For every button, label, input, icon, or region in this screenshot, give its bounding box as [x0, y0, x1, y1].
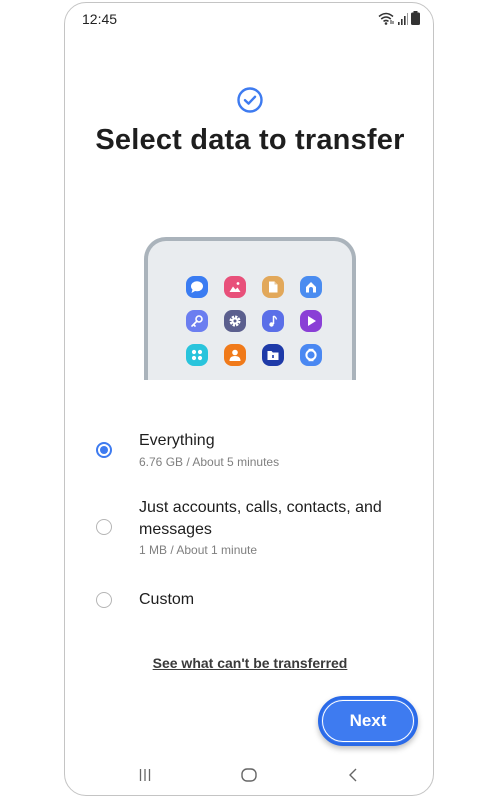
music-icon	[262, 310, 284, 332]
option-sub: 1 MB / About 1 minute	[139, 543, 258, 557]
settings-icon	[224, 310, 246, 332]
navigation-bar	[64, 760, 434, 790]
see-what-cant-be-transferred-link[interactable]: See what can't be transferred	[0, 655, 500, 671]
files-icon	[262, 276, 284, 298]
radio-everything[interactable]	[96, 442, 112, 458]
key-icon	[186, 310, 208, 332]
phone-illustration	[144, 237, 356, 380]
check-circle-icon	[237, 87, 263, 113]
option-custom[interactable]: Custom	[80, 589, 420, 613]
battery-icon	[411, 11, 420, 25]
status-icons	[378, 11, 420, 25]
option-label: Everything	[139, 432, 215, 449]
home-icon	[300, 276, 322, 298]
option-everything[interactable]: Everything 6.76 GB / About 5 minutes	[80, 430, 420, 472]
next-button-label: Next	[349, 711, 387, 730]
option-label: Just accounts, calls, contacts, and mess…	[139, 499, 382, 538]
radio-custom[interactable]	[96, 592, 112, 608]
recents-icon[interactable]	[135, 766, 155, 784]
app-icon-grid	[186, 276, 322, 366]
phone-frame	[64, 2, 434, 796]
option-sub: 6.76 GB / About 5 minutes	[139, 455, 280, 469]
apps-icon	[186, 344, 208, 366]
watch-icon	[300, 344, 322, 366]
secure-folder-icon	[262, 344, 284, 366]
home-button-icon[interactable]	[239, 766, 259, 784]
video-icon	[300, 310, 322, 332]
back-icon[interactable]	[343, 766, 363, 784]
option-accounts-calls-contacts-messages[interactable]: Just accounts, calls, contacts, and mess…	[80, 497, 420, 559]
contacts-icon	[224, 344, 246, 366]
page-title: Select data to transfer	[95, 124, 405, 156]
radio-accounts[interactable]	[96, 519, 112, 535]
next-button[interactable]: Next	[318, 696, 418, 746]
signal-icon	[398, 13, 408, 25]
gallery-icon	[224, 276, 246, 298]
status-time: 12:45	[82, 11, 118, 27]
messages-icon	[186, 276, 208, 298]
wifi-icon	[378, 12, 394, 25]
option-label: Custom	[139, 591, 195, 608]
